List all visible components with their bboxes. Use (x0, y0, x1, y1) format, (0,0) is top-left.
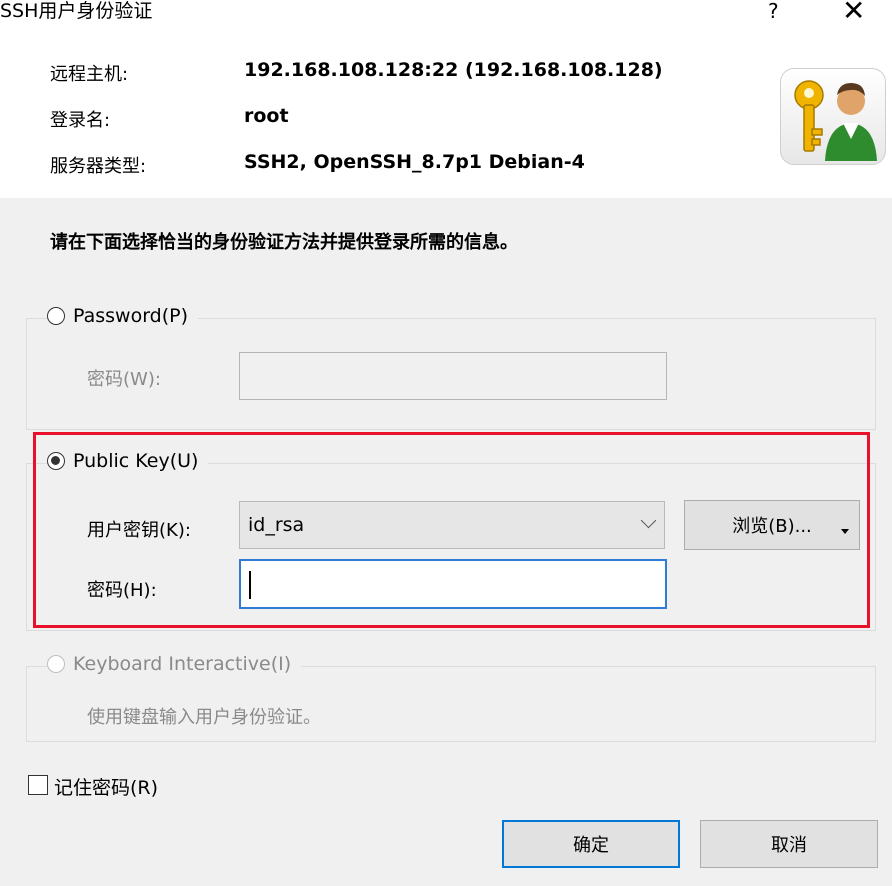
remember-password-label[interactable]: 记住密码(R) (54, 773, 158, 800)
text-cursor (249, 571, 251, 599)
public-key-radio-label: Public Key(U) (73, 450, 199, 472)
keyboard-interactive-radio-option[interactable]: Keyboard Interactive(I) (47, 653, 302, 675)
password-radio-option[interactable]: Password(P) (47, 305, 199, 327)
server-type-label: 服务器类型: (50, 156, 147, 177)
keyboard-interactive-group: Keyboard Interactive(I) 使用键盘输入用户身份验证。 (26, 653, 876, 742)
passphrase-input[interactable] (239, 559, 667, 609)
login-label: 登录名: (50, 110, 111, 131)
close-button[interactable]: ✕ (842, 0, 865, 26)
password-input[interactable] (239, 352, 667, 400)
password-radio-label: Password(P) (73, 305, 189, 327)
password-radio[interactable] (47, 307, 65, 325)
login-value: root (244, 105, 289, 127)
public-key-group: Public Key(U) 用户密钥(K): id_rsa 浏览(B)... 密… (26, 450, 876, 631)
user-key-label: 用户密钥(K): (87, 520, 191, 541)
password-field-label: 密码(W): (87, 369, 161, 390)
host-label: 远程主机: (50, 64, 129, 85)
keyboard-interactive-description: 使用键盘输入用户身份验证。 (87, 707, 321, 728)
window-title: SSH用户身份验证 (0, 0, 153, 22)
chevron-down-icon (640, 512, 657, 529)
server-type-value: SSH2, OpenSSH_8.7p1 Debian-4 (244, 151, 585, 173)
password-group: Password(P) 密码(W): (26, 305, 876, 430)
keyboard-interactive-radio-label: Keyboard Interactive(I) (73, 653, 292, 675)
keyboard-interactive-radio[interactable] (47, 655, 65, 673)
public-key-radio-option[interactable]: Public Key(U) (47, 450, 209, 472)
ok-button[interactable]: 确定 (502, 820, 680, 868)
connection-info: 远程主机: 192.168.108.128:22 (192.168.108.12… (0, 28, 892, 198)
help-button[interactable]: ? (768, 0, 779, 22)
public-key-radio[interactable] (47, 452, 65, 470)
key-user-icon (780, 68, 886, 165)
dropdown-arrow-icon (841, 529, 849, 534)
cancel-button-label: 取消 (771, 835, 807, 856)
browse-button-label: 浏览(B)... (732, 516, 812, 537)
instruction-text: 请在下面选择恰当的身份验证方法并提供登录所需的信息。 (50, 232, 518, 253)
ssh-auth-dialog: SSH用户身份验证 ? ✕ 远程主机: 192.168.108.128:22 (… (0, 0, 892, 886)
passphrase-label: 密码(H): (87, 580, 157, 601)
remember-password-checkbox[interactable] (28, 775, 48, 795)
title-bar: SSH用户身份验证 ? ✕ (0, 0, 892, 28)
browse-button[interactable]: 浏览(B)... (684, 500, 860, 550)
user-key-select[interactable]: id_rsa (239, 501, 665, 549)
cancel-button[interactable]: 取消 (700, 820, 878, 868)
user-key-value: id_rsa (248, 514, 305, 536)
ok-button-label: 确定 (573, 835, 609, 856)
host-value: 192.168.108.128:22 (192.168.108.128) (244, 59, 663, 81)
